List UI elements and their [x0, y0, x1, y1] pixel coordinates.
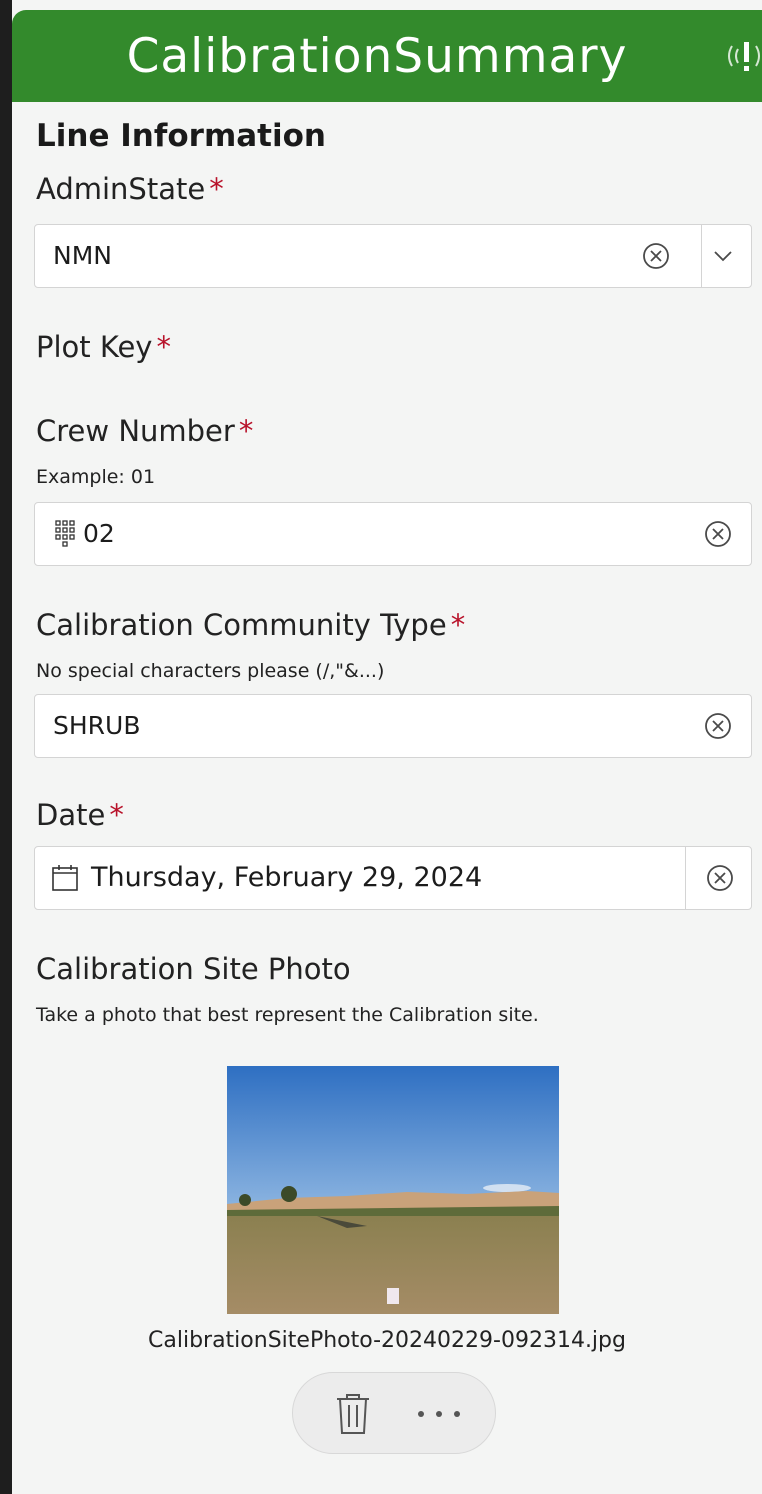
calendar-icon: [52, 865, 78, 891]
date-value: Thursday, February 29, 2024: [91, 862, 483, 893]
clear-icon[interactable]: [641, 241, 671, 271]
community-type-label: Calibration Community Type *: [36, 608, 465, 642]
plot-key-label-text: Plot Key: [36, 330, 153, 364]
section-title: Line Information: [36, 118, 326, 154]
adminstate-label: AdminState *: [36, 172, 224, 206]
required-marker: *: [109, 798, 124, 832]
field-divider: [701, 225, 702, 287]
plot-key-label: Plot Key *: [36, 330, 171, 364]
clear-icon[interactable]: [703, 711, 733, 741]
photo-actions-bar: [292, 1372, 496, 1454]
clear-icon[interactable]: [703, 519, 733, 549]
site-photo-image[interactable]: [227, 1066, 559, 1314]
site-photo-hint: Take a photo that best represent the Cal…: [36, 1004, 539, 1026]
adminstate-select[interactable]: NMN: [34, 224, 752, 288]
app-header: CalibrationSummary: [12, 10, 762, 102]
date-label: Date *: [36, 798, 124, 832]
adminstate-value: NMN: [53, 241, 112, 270]
clear-icon[interactable]: [705, 863, 735, 893]
gps-warning-icon[interactable]: [722, 32, 762, 80]
required-marker: *: [156, 330, 171, 364]
crew-number-label: Crew Number *: [36, 414, 253, 448]
more-options-icon[interactable]: [415, 1409, 463, 1419]
page-title: CalibrationSummary: [126, 28, 628, 84]
trash-icon[interactable]: [333, 1391, 373, 1437]
site-photo-label: Calibration Site Photo: [36, 952, 351, 986]
crew-number-hint: Example: 01: [36, 466, 156, 488]
form-screen: CalibrationSummary Line Information Admi…: [12, 0, 762, 1494]
required-marker: *: [209, 172, 224, 206]
community-type-field[interactable]: SHRUB: [34, 694, 752, 758]
required-marker: *: [450, 608, 466, 642]
chevron-down-icon[interactable]: [711, 245, 735, 267]
date-field[interactable]: Thursday, February 29, 2024: [34, 846, 752, 910]
adminstate-label-text: AdminState: [36, 172, 206, 206]
crew-number-value: 02: [83, 519, 115, 548]
community-type-value: SHRUB: [53, 711, 141, 740]
required-marker: *: [238, 414, 254, 448]
field-divider: [685, 847, 686, 909]
community-type-hint: No special characters please (/,"&...): [36, 660, 385, 682]
site-photo-filename: CalibrationSitePhoto-20240229-092314.jpg: [148, 1328, 626, 1353]
numeric-keypad-icon: [55, 520, 75, 547]
crew-number-field[interactable]: 02: [34, 502, 752, 566]
date-label-text: Date: [36, 798, 106, 832]
crew-number-label-text: Crew Number: [36, 414, 235, 448]
community-type-label-text: Calibration Community Type: [36, 608, 447, 642]
